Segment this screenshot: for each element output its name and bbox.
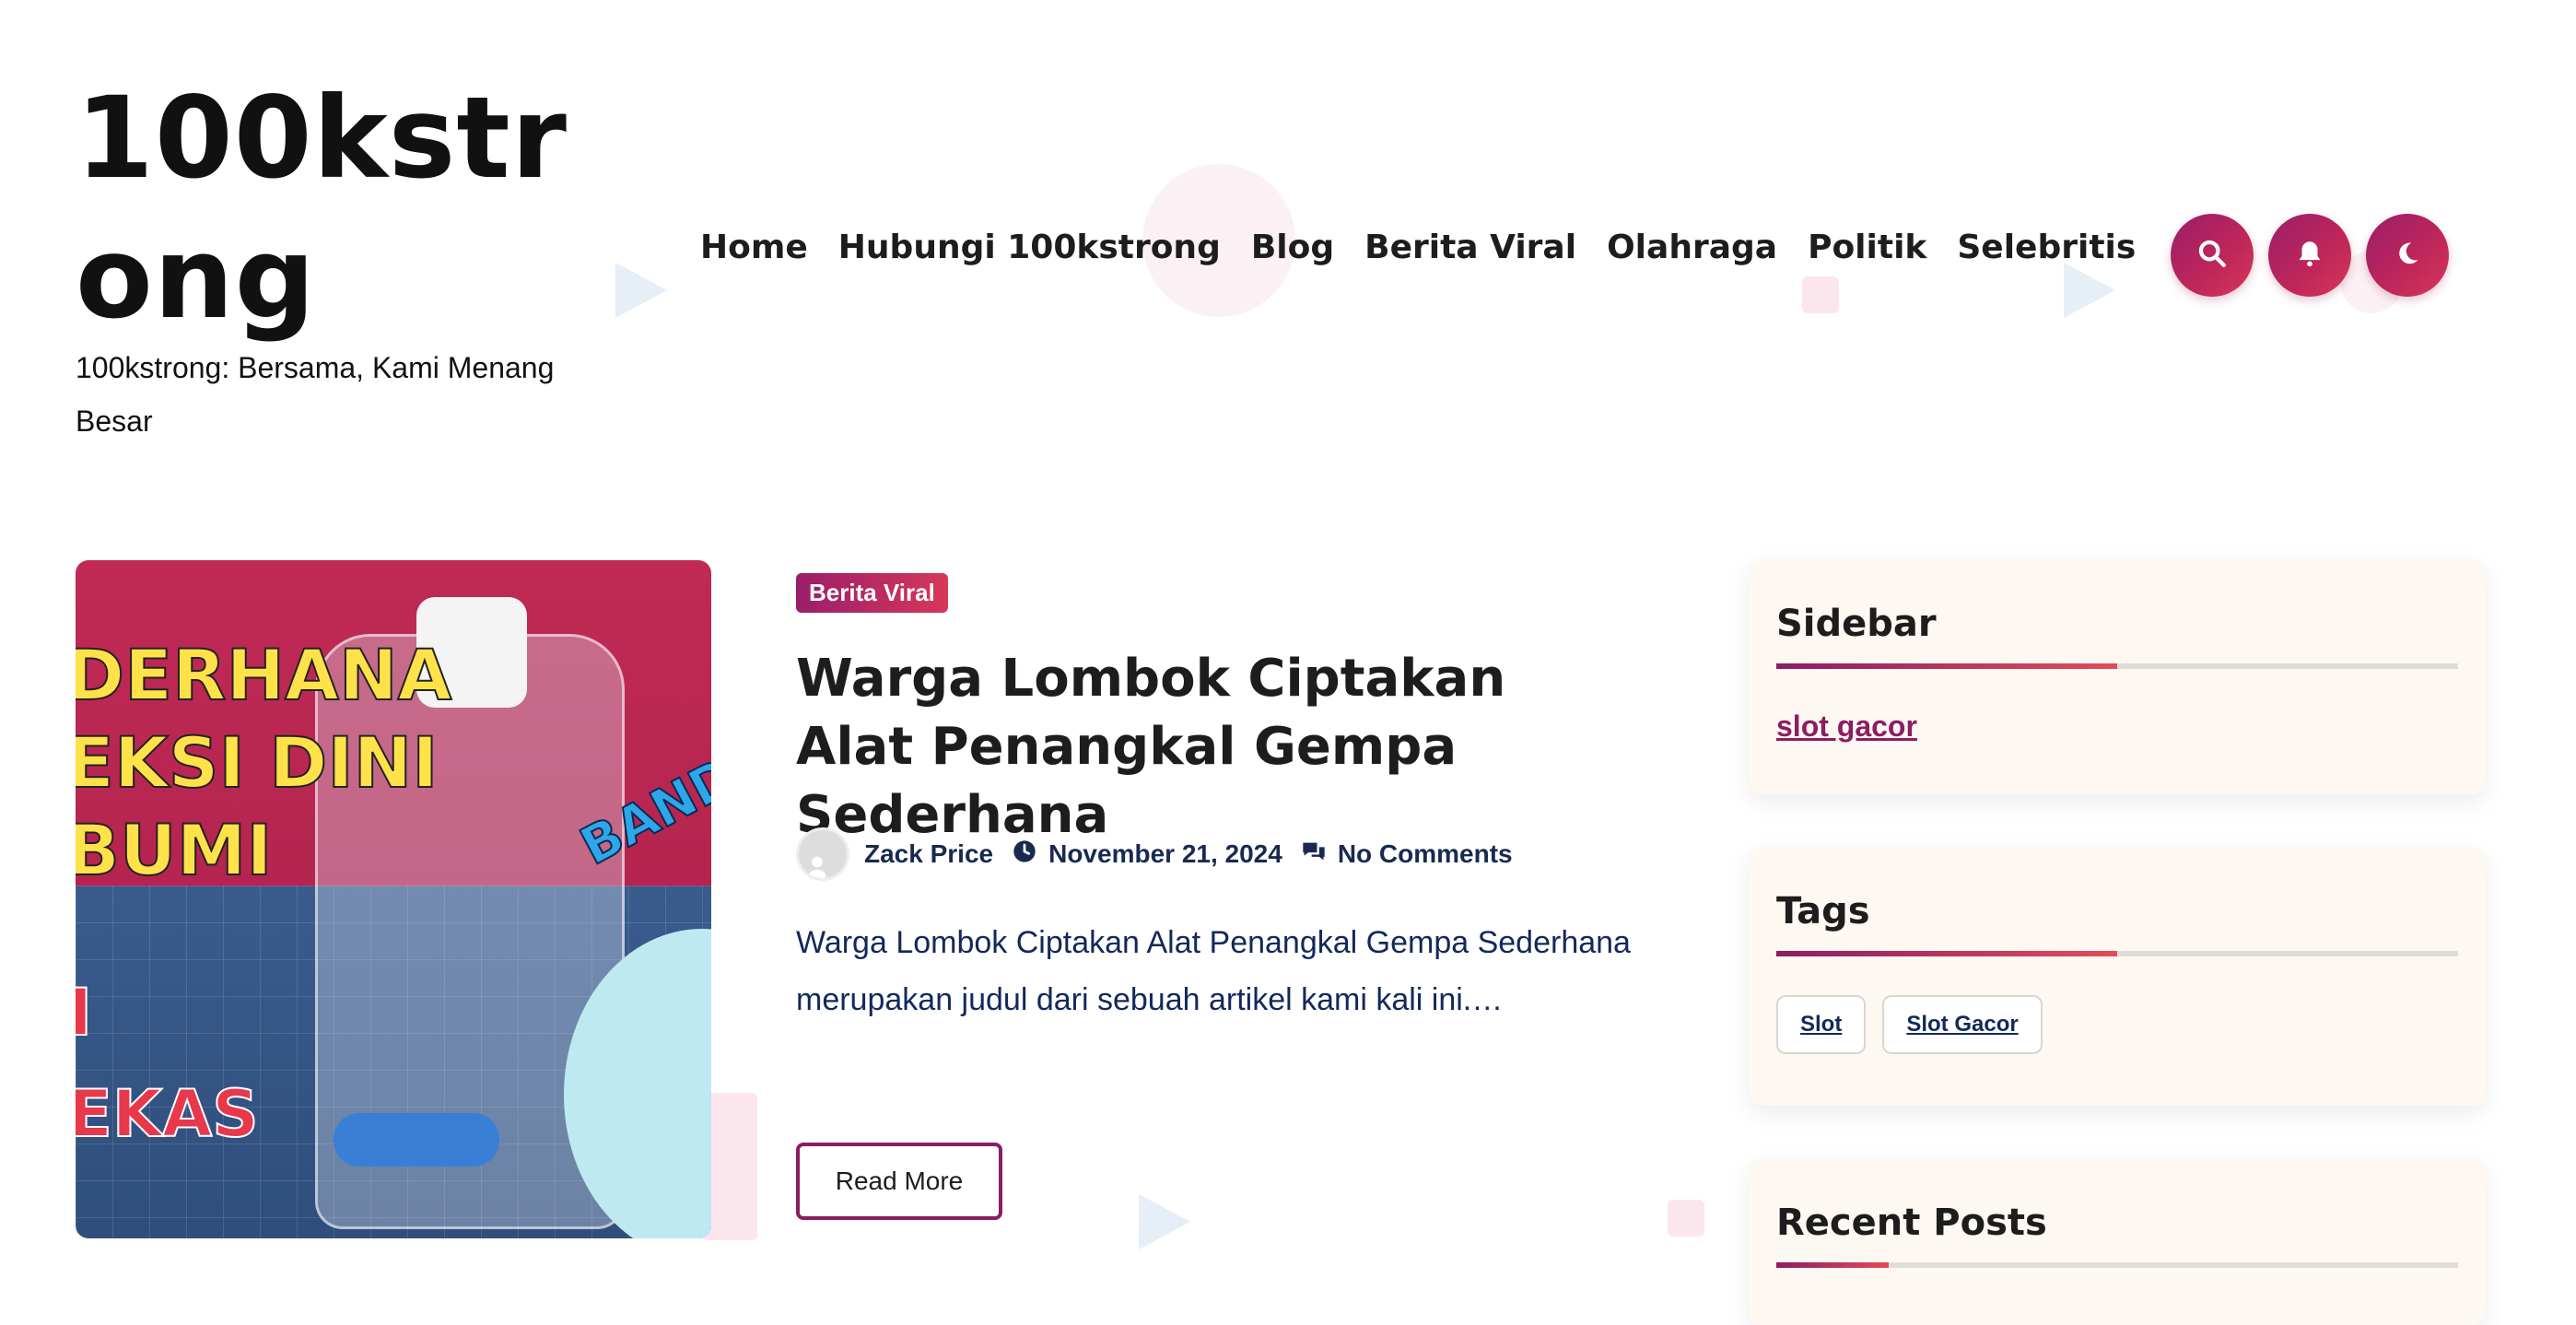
post-meta: Zack Price November 21, 2024 No Comments bbox=[796, 827, 1531, 881]
widget-title: Sidebar bbox=[1776, 603, 1937, 645]
post-date[interactable]: November 21, 2024 bbox=[1012, 838, 1282, 871]
post-thumbnail[interactable]: DERHANA EKSI DINI BUMI I EKAS BANDU bbox=[76, 560, 711, 1238]
header-actions bbox=[2171, 214, 2449, 297]
comments-text[interactable]: No Comments bbox=[1338, 839, 1513, 869]
decor-triangle bbox=[2064, 263, 2115, 318]
thumbnail-text-line4: I bbox=[76, 974, 93, 1051]
site-title[interactable]: 100kstrong bbox=[76, 68, 591, 348]
dark-mode-button[interactable] bbox=[2366, 214, 2449, 297]
thumbnail-text-line2: EKSI DINI bbox=[76, 721, 439, 804]
widget-title-underline bbox=[1776, 951, 2458, 956]
clock-icon bbox=[1012, 838, 1048, 871]
post-title[interactable]: Warga Lombok Ciptakan Alat Penangkal Gem… bbox=[796, 645, 1588, 850]
user-icon bbox=[808, 856, 826, 878]
site-tagline: 100kstrong: Bersama, Kami Menang Besar bbox=[76, 351, 555, 438]
widget-title: Recent Posts bbox=[1776, 1202, 2047, 1244]
thumbnail-text-line5: EKAS bbox=[76, 1075, 260, 1153]
widget-title-underline bbox=[1776, 1262, 2458, 1268]
comments-icon bbox=[1301, 838, 1338, 871]
category-badge[interactable]: Berita Viral bbox=[796, 573, 948, 613]
nav-item-contact[interactable]: Hubungi 100kstrong bbox=[838, 229, 1221, 266]
post-comments[interactable]: No Comments bbox=[1301, 838, 1513, 871]
nav-item-politik[interactable]: Politik bbox=[1808, 229, 1926, 266]
widget-title-underline bbox=[1776, 663, 2458, 669]
tag-slot-gacor[interactable]: Slot Gacor bbox=[1882, 995, 2043, 1054]
post-excerpt: Warga Lombok Ciptakan Alat Penangkal Gem… bbox=[796, 925, 1631, 1017]
recent-posts-widget: Recent Posts bbox=[1749, 1159, 2486, 1325]
author-name[interactable]: Zack Price bbox=[864, 839, 993, 869]
nav-item-home[interactable]: Home bbox=[700, 229, 808, 266]
decor-triangle bbox=[615, 263, 667, 318]
blue-battery-image bbox=[334, 1113, 499, 1167]
decor-triangle bbox=[1139, 1194, 1190, 1249]
thumbnail-text-line1: DERHANA bbox=[76, 633, 452, 717]
nav-item-blog[interactable]: Blog bbox=[1251, 229, 1334, 266]
search-icon bbox=[2196, 238, 2228, 274]
tag-list: Slot Slot Gacor bbox=[1776, 995, 2458, 1054]
nav-item-selebritis[interactable]: Selebritis bbox=[1957, 229, 2136, 266]
decor-square bbox=[1802, 276, 1839, 313]
read-more-button[interactable]: Read More bbox=[796, 1143, 1002, 1220]
nav-item-berita-viral[interactable]: Berita Viral bbox=[1364, 229, 1576, 266]
post-author[interactable]: Zack Price bbox=[864, 839, 993, 869]
tags-widget: Tags Slot Slot Gacor bbox=[1749, 848, 2486, 1106]
tag-slot[interactable]: Slot bbox=[1776, 995, 1867, 1054]
author-avatar[interactable] bbox=[796, 827, 849, 881]
search-button[interactable] bbox=[2171, 214, 2254, 297]
main-nav: Home Hubungi 100kstrong Blog Berita Vira… bbox=[700, 229, 2136, 266]
date-text[interactable]: November 21, 2024 bbox=[1048, 839, 1282, 869]
sidebar-widget: Sidebar slot gacor bbox=[1749, 560, 2486, 794]
slot-gacor-link[interactable]: slot gacor bbox=[1776, 709, 1917, 744]
bell-icon bbox=[2294, 238, 2325, 274]
decor-square bbox=[1668, 1200, 1704, 1237]
widget-title: Tags bbox=[1776, 890, 1870, 932]
thumbnail-text-line3: BUMI bbox=[76, 808, 274, 892]
notification-button[interactable] bbox=[2268, 214, 2351, 297]
nav-item-olahraga[interactable]: Olahraga bbox=[1607, 229, 1777, 266]
moon-icon bbox=[2392, 238, 2423, 274]
